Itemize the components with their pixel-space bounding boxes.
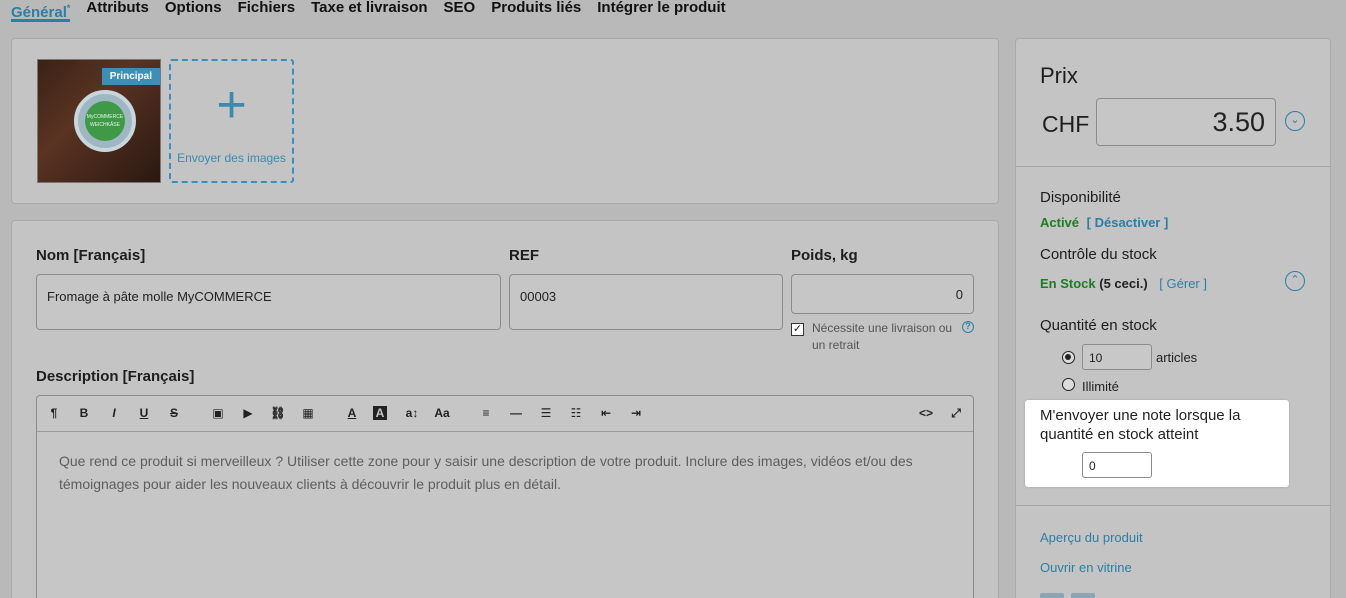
paragraph-icon[interactable]: ¶ bbox=[45, 406, 63, 420]
tab-embed-product[interactable]: Intégrer le produit bbox=[597, 0, 725, 22]
manage-stock-link[interactable]: [ Gérer ] bbox=[1159, 276, 1207, 291]
cheese-brand-text: MyCOMMERCE bbox=[86, 114, 124, 120]
product-photo: MyCOMMERCE WEICHKÄSE bbox=[74, 90, 136, 152]
weight-label: Poids, kg bbox=[791, 247, 858, 264]
numbered-list-icon[interactable]: ☷ bbox=[567, 406, 585, 420]
open-storefront-link[interactable]: Ouvrir en vitrine bbox=[1040, 560, 1132, 575]
description-placeholder: Que rend ce produit si merveilleux ? Uti… bbox=[59, 453, 913, 492]
italic-icon[interactable]: I bbox=[105, 406, 123, 420]
horizontal-rule-icon[interactable]: — bbox=[507, 406, 525, 420]
upload-images-button[interactable]: + Envoyer des images bbox=[169, 59, 294, 183]
price-stock-card: Prix CHF 3.50 ⌄ Disponibilité Activé [ D… bbox=[1015, 38, 1331, 598]
strikethrough-icon[interactable]: S bbox=[165, 406, 183, 420]
currency-label: CHF bbox=[1042, 111, 1090, 137]
upload-label: Envoyer des images bbox=[177, 151, 286, 165]
cheese-name-text: WEICHKÄSE bbox=[89, 122, 120, 128]
outdent-icon[interactable]: ⇤ bbox=[597, 406, 615, 420]
font-color-icon[interactable]: A bbox=[343, 406, 361, 420]
product-preview-link[interactable]: Aperçu du produit bbox=[1040, 530, 1143, 545]
main-image-badge: Principal bbox=[101, 68, 160, 85]
price-title: Prix bbox=[1040, 63, 1078, 88]
unlimited-radio[interactable] bbox=[1062, 378, 1075, 391]
images-card: MyCOMMERCE WEICHKÄSE Principal + Envoyer… bbox=[11, 38, 999, 204]
align-icon[interactable]: ≡ bbox=[477, 406, 495, 420]
name-input[interactable]: Fromage à pâte molle MyCOMMERCE bbox=[36, 274, 501, 330]
insert-link-icon[interactable]: ⛓ bbox=[269, 406, 287, 420]
price-input[interactable]: 3.50 bbox=[1096, 98, 1276, 146]
insert-image-icon[interactable]: ▣ bbox=[209, 406, 227, 420]
share-icon[interactable] bbox=[1040, 593, 1064, 598]
share-icon[interactable] bbox=[1071, 593, 1095, 598]
availability-status: Activé bbox=[1040, 215, 1080, 230]
code-view-icon[interactable]: <> bbox=[917, 406, 935, 420]
bullet-list-icon[interactable]: ☰ bbox=[537, 406, 555, 420]
insert-video-icon[interactable]: ▶ bbox=[239, 406, 257, 420]
text-case-icon[interactable]: Aa bbox=[433, 406, 451, 420]
insert-table-icon[interactable]: ▦ bbox=[299, 406, 317, 420]
product-image-thumbnail[interactable]: MyCOMMERCE WEICHKÄSE Principal bbox=[37, 59, 161, 183]
quantity-label: Quantité en stock bbox=[1040, 317, 1157, 334]
tab-seo[interactable]: SEO bbox=[444, 0, 476, 22]
availability-label: Disponibilité bbox=[1040, 189, 1121, 206]
tab-related-products[interactable]: Produits liés bbox=[491, 0, 581, 22]
stock-control-label: Contrôle du stock bbox=[1040, 246, 1157, 263]
ref-label: REF bbox=[509, 247, 539, 264]
chevron-up-icon[interactable]: ⌃ bbox=[1285, 271, 1305, 291]
low-stock-notification-box: M'envoyer une note lorsque la quantité e… bbox=[1025, 400, 1289, 487]
tab-options[interactable]: Options bbox=[165, 0, 222, 22]
indent-icon[interactable]: ⇥ bbox=[627, 406, 645, 420]
editor-toolbar: ¶ B I U S ▣ ▶ ⛓ ▦ A A a↕ Aa ≡ — ☰ ☷ ⇤ ⇥ … bbox=[37, 396, 973, 432]
chevron-down-icon[interactable]: ⌄ bbox=[1285, 111, 1305, 131]
divider bbox=[1016, 166, 1330, 167]
ref-input[interactable]: 00003 bbox=[509, 274, 783, 330]
availability-row: Activé [ Désactiver ] bbox=[1040, 215, 1168, 230]
plus-icon: + bbox=[216, 76, 247, 134]
unlimited-label: Illimité bbox=[1082, 379, 1119, 394]
tab-general[interactable]: Général* bbox=[11, 0, 71, 22]
notification-text: M'envoyer une note lorsque la quantité e… bbox=[1040, 407, 1241, 443]
background-color-icon[interactable]: A bbox=[373, 406, 387, 420]
tab-bar: Général* Attributs Options Fichiers Taxe… bbox=[11, 0, 726, 22]
stock-status-row: En Stock (5 ceci.) [ Gérer ] bbox=[1040, 276, 1207, 291]
underline-icon[interactable]: U bbox=[135, 406, 153, 420]
quantity-radio[interactable] bbox=[1062, 351, 1075, 364]
cheese-label: MyCOMMERCE WEICHKÄSE bbox=[85, 101, 125, 141]
name-label: Nom [Français] bbox=[36, 247, 146, 264]
quantity-unit: articles bbox=[1156, 350, 1198, 365]
fullscreen-icon[interactable]: ⤢ bbox=[947, 406, 965, 421]
shipping-required-checkbox[interactable]: ✓ bbox=[791, 323, 804, 336]
product-details-card: Nom [Français] Fromage à pâte molle MyCO… bbox=[11, 220, 999, 598]
unsaved-marker: * bbox=[66, 3, 71, 13]
tab-label: Général bbox=[11, 4, 67, 21]
quantity-input[interactable]: 10 bbox=[1082, 344, 1152, 370]
description-label: Description [Français] bbox=[36, 368, 195, 385]
stock-status: En Stock bbox=[1040, 276, 1096, 291]
tab-attributes[interactable]: Attributs bbox=[86, 0, 149, 22]
notification-threshold-input[interactable]: 0 bbox=[1082, 452, 1152, 478]
bold-icon[interactable]: B bbox=[75, 406, 93, 420]
tab-files[interactable]: Fichiers bbox=[238, 0, 296, 22]
tab-tax-shipping[interactable]: Taxe et livraison bbox=[311, 0, 427, 22]
font-size-icon[interactable]: a↕ bbox=[403, 406, 421, 420]
shipping-required-label: Nécessite une livraison ou un retrait bbox=[812, 321, 953, 352]
weight-input[interactable]: 0 bbox=[791, 274, 974, 314]
description-editor[interactable]: ¶ B I U S ▣ ▶ ⛓ ▦ A A a↕ Aa ≡ — ☰ ☷ ⇤ ⇥ … bbox=[36, 395, 974, 598]
divider bbox=[1016, 505, 1330, 506]
stock-count: (5 ceci.) bbox=[1099, 276, 1148, 291]
help-icon[interactable]: ? bbox=[962, 321, 974, 333]
deactivate-link[interactable]: [ Désactiver ] bbox=[1087, 215, 1169, 230]
